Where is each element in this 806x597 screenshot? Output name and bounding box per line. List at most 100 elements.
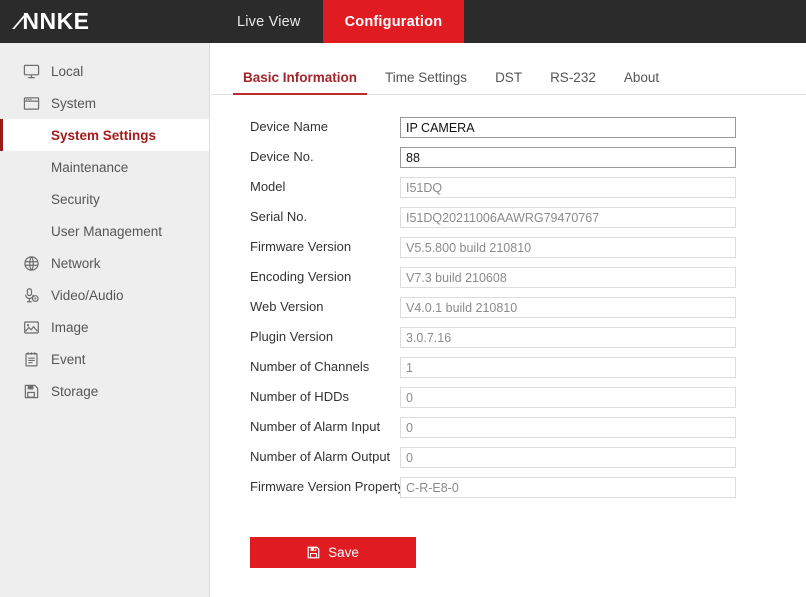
microphone-icon bbox=[20, 284, 42, 306]
field-input-number-of-alarm-output: 0 bbox=[400, 446, 736, 468]
field-value-number-of-channels: 1 bbox=[406, 360, 413, 375]
tab-basic-information[interactable]: Basic Information bbox=[229, 70, 371, 95]
sidebar-item-label: Storage bbox=[51, 383, 99, 399]
sidebar-item-label: Network bbox=[51, 255, 101, 271]
field-input-number-of-hdds: 0 bbox=[400, 386, 736, 408]
floppy-icon bbox=[20, 380, 42, 402]
field-value-web-version: V4.0.1 build 210810 bbox=[406, 300, 518, 315]
field-input-firmware-version: V5.5.800 build 210810 bbox=[400, 236, 736, 258]
field-label-encoding-version: Encoding Version bbox=[250, 269, 352, 284]
field-value-number-of-alarm-output: 0 bbox=[406, 450, 413, 465]
field-input-model: I51DQ bbox=[400, 176, 736, 198]
field-label-serial-no: Serial No. bbox=[250, 209, 308, 224]
field-value-number-of-hdds: 0 bbox=[406, 390, 413, 405]
sidebar-item-event[interactable]: Event bbox=[0, 343, 209, 375]
field-label-model: Model bbox=[250, 179, 286, 194]
sidebar-item-label: Local bbox=[51, 63, 84, 79]
sidebar-item-label: Security bbox=[51, 191, 100, 207]
field-label-number-of-hdds: Number of HDDs bbox=[250, 389, 349, 404]
field-value-device-no: 88 bbox=[406, 150, 420, 165]
sidebar-item-system-settings[interactable]: System Settings bbox=[0, 119, 209, 151]
tab-bar: Basic Information Time Settings DST RS-232 A… bbox=[211, 59, 806, 95]
field-value-serial-no: I51DQ20211006AAWRG79470767 bbox=[406, 210, 600, 225]
tab-time-settings[interactable]: Time Settings bbox=[371, 70, 481, 94]
configuration-page: ∕NNKE Live View Configuration Local System… bbox=[0, 0, 806, 597]
field-input-device-no[interactable]: 88 bbox=[400, 146, 736, 168]
field-label-firmware-version: Firmware Version bbox=[250, 239, 352, 254]
sidebar-item-label: User Management bbox=[51, 223, 163, 239]
form-row-number-of-hdds: Number of HDDs 0 bbox=[250, 382, 806, 412]
monitor-icon bbox=[20, 60, 42, 82]
tab-about[interactable]: About bbox=[610, 70, 673, 94]
picture-icon bbox=[20, 316, 42, 338]
form-row-device-name: Device Name IP CAMERA bbox=[250, 112, 806, 142]
form-row-web-version: Web Version V4.0.1 build 210810 bbox=[250, 292, 806, 322]
field-label-firmware-version-property: Firmware Version Property bbox=[250, 479, 404, 494]
annke-logo: ∕NNKE bbox=[0, 0, 215, 43]
topnav-item-label: Live View bbox=[237, 13, 301, 30]
form-row-firmware-version-property: Firmware Version Property C-R-E8-0 bbox=[250, 472, 806, 502]
sidebar-item-local[interactable]: Local bbox=[0, 55, 209, 87]
top-header-bar: ∕NNKE Live View Configuration bbox=[0, 0, 806, 43]
field-label-number-of-alarm-output: Number of Alarm Output bbox=[250, 449, 391, 464]
field-label-number-of-channels: Number of Channels bbox=[250, 359, 370, 374]
sidebar-item-storage[interactable]: Storage bbox=[0, 375, 209, 407]
basic-information-form: Device Name IP CAMERA Device No. 88 Model I51… bbox=[211, 95, 806, 502]
globe-icon bbox=[20, 252, 42, 274]
sidebar-item-user-management[interactable]: User Management bbox=[0, 215, 209, 247]
sidebar-item-security[interactable]: Security bbox=[0, 183, 209, 215]
tab-rs-232[interactable]: RS-232 bbox=[536, 70, 610, 94]
save-button[interactable]: Save bbox=[250, 537, 416, 568]
form-row-serial-no: Serial No. I51DQ20211006AAWRG79470767 bbox=[250, 202, 806, 232]
field-input-web-version: V4.0.1 build 210810 bbox=[400, 296, 736, 318]
form-row-number-of-alarm-input: Number of Alarm Input 0 bbox=[250, 412, 806, 442]
brand-name: ∕NNKE bbox=[15, 8, 90, 34]
field-input-device-name[interactable]: IP CAMERA bbox=[400, 116, 736, 138]
form-row-plugin-version: Plugin Version 3.0.7.16 bbox=[250, 322, 806, 352]
field-label-web-version: Web Version bbox=[250, 299, 324, 314]
sidebar-item-label: Image bbox=[51, 319, 89, 335]
field-value-encoding-version: V7.3 build 210608 bbox=[406, 270, 507, 285]
sidebar-item-label: Maintenance bbox=[51, 159, 129, 175]
topnav-item-configuration[interactable]: Configuration bbox=[322, 0, 465, 43]
field-input-firmware-version-property: C-R-E8-0 bbox=[400, 476, 736, 498]
field-value-number-of-alarm-input: 0 bbox=[406, 420, 413, 435]
save-button-bar: Save bbox=[211, 502, 806, 568]
tab-dst[interactable]: DST bbox=[481, 70, 536, 94]
sidebar-item-network[interactable]: Network bbox=[0, 247, 209, 279]
field-value-device-name: IP CAMERA bbox=[406, 120, 475, 135]
topnav-item-live-view[interactable]: Live View bbox=[215, 0, 323, 43]
field-input-number-of-channels: 1 bbox=[400, 356, 736, 378]
sidebar-item-image[interactable]: Image bbox=[0, 311, 209, 343]
field-input-plugin-version: 3.0.7.16 bbox=[400, 326, 736, 348]
clipboard-icon bbox=[20, 348, 42, 370]
sidebar-item-label: System Settings bbox=[51, 127, 157, 143]
sidebar-item-maintenance[interactable]: Maintenance bbox=[0, 151, 209, 183]
sidebar-navigation: Local System System Settings Maintenance Sec… bbox=[0, 43, 210, 597]
sidebar-item-label: System bbox=[51, 95, 97, 111]
field-value-plugin-version: 3.0.7.16 bbox=[406, 330, 452, 345]
form-row-firmware-version: Firmware Version V5.5.800 build 210810 bbox=[250, 232, 806, 262]
sidebar-item-video-audio[interactable]: Video/Audio bbox=[0, 279, 209, 311]
top-navigation: Live View Configuration bbox=[215, 0, 465, 43]
floppy-save-icon bbox=[307, 546, 320, 559]
form-row-number-of-channels: Number of Channels 1 bbox=[250, 352, 806, 382]
field-value-firmware-version-property: C-R-E8-0 bbox=[406, 480, 459, 495]
field-label-number-of-alarm-input: Number of Alarm Input bbox=[250, 419, 381, 434]
save-button-label: Save bbox=[328, 545, 359, 560]
form-row-encoding-version: Encoding Version V7.3 build 210608 bbox=[250, 262, 806, 292]
sidebar-item-label: Video/Audio bbox=[51, 287, 124, 303]
field-label-plugin-version: Plugin Version bbox=[250, 329, 334, 344]
sidebar-item-system[interactable]: System bbox=[0, 87, 209, 119]
field-value-firmware-version: V5.5.800 build 210810 bbox=[406, 240, 532, 255]
form-row-number-of-alarm-output: Number of Alarm Output 0 bbox=[250, 442, 806, 472]
field-input-encoding-version: V7.3 build 210608 bbox=[400, 266, 736, 288]
field-label-device-no: Device No. bbox=[250, 149, 314, 164]
field-input-number-of-alarm-input: 0 bbox=[400, 416, 736, 438]
topnav-item-label: Configuration bbox=[344, 13, 443, 30]
field-label-device-name: Device Name bbox=[250, 119, 329, 134]
main-content: Basic Information Time Settings DST RS-232 A… bbox=[211, 43, 806, 597]
form-row-model: Model I51DQ bbox=[250, 172, 806, 202]
field-value-model: I51DQ bbox=[406, 180, 443, 195]
form-row-device-no: Device No. 88 bbox=[250, 142, 806, 172]
